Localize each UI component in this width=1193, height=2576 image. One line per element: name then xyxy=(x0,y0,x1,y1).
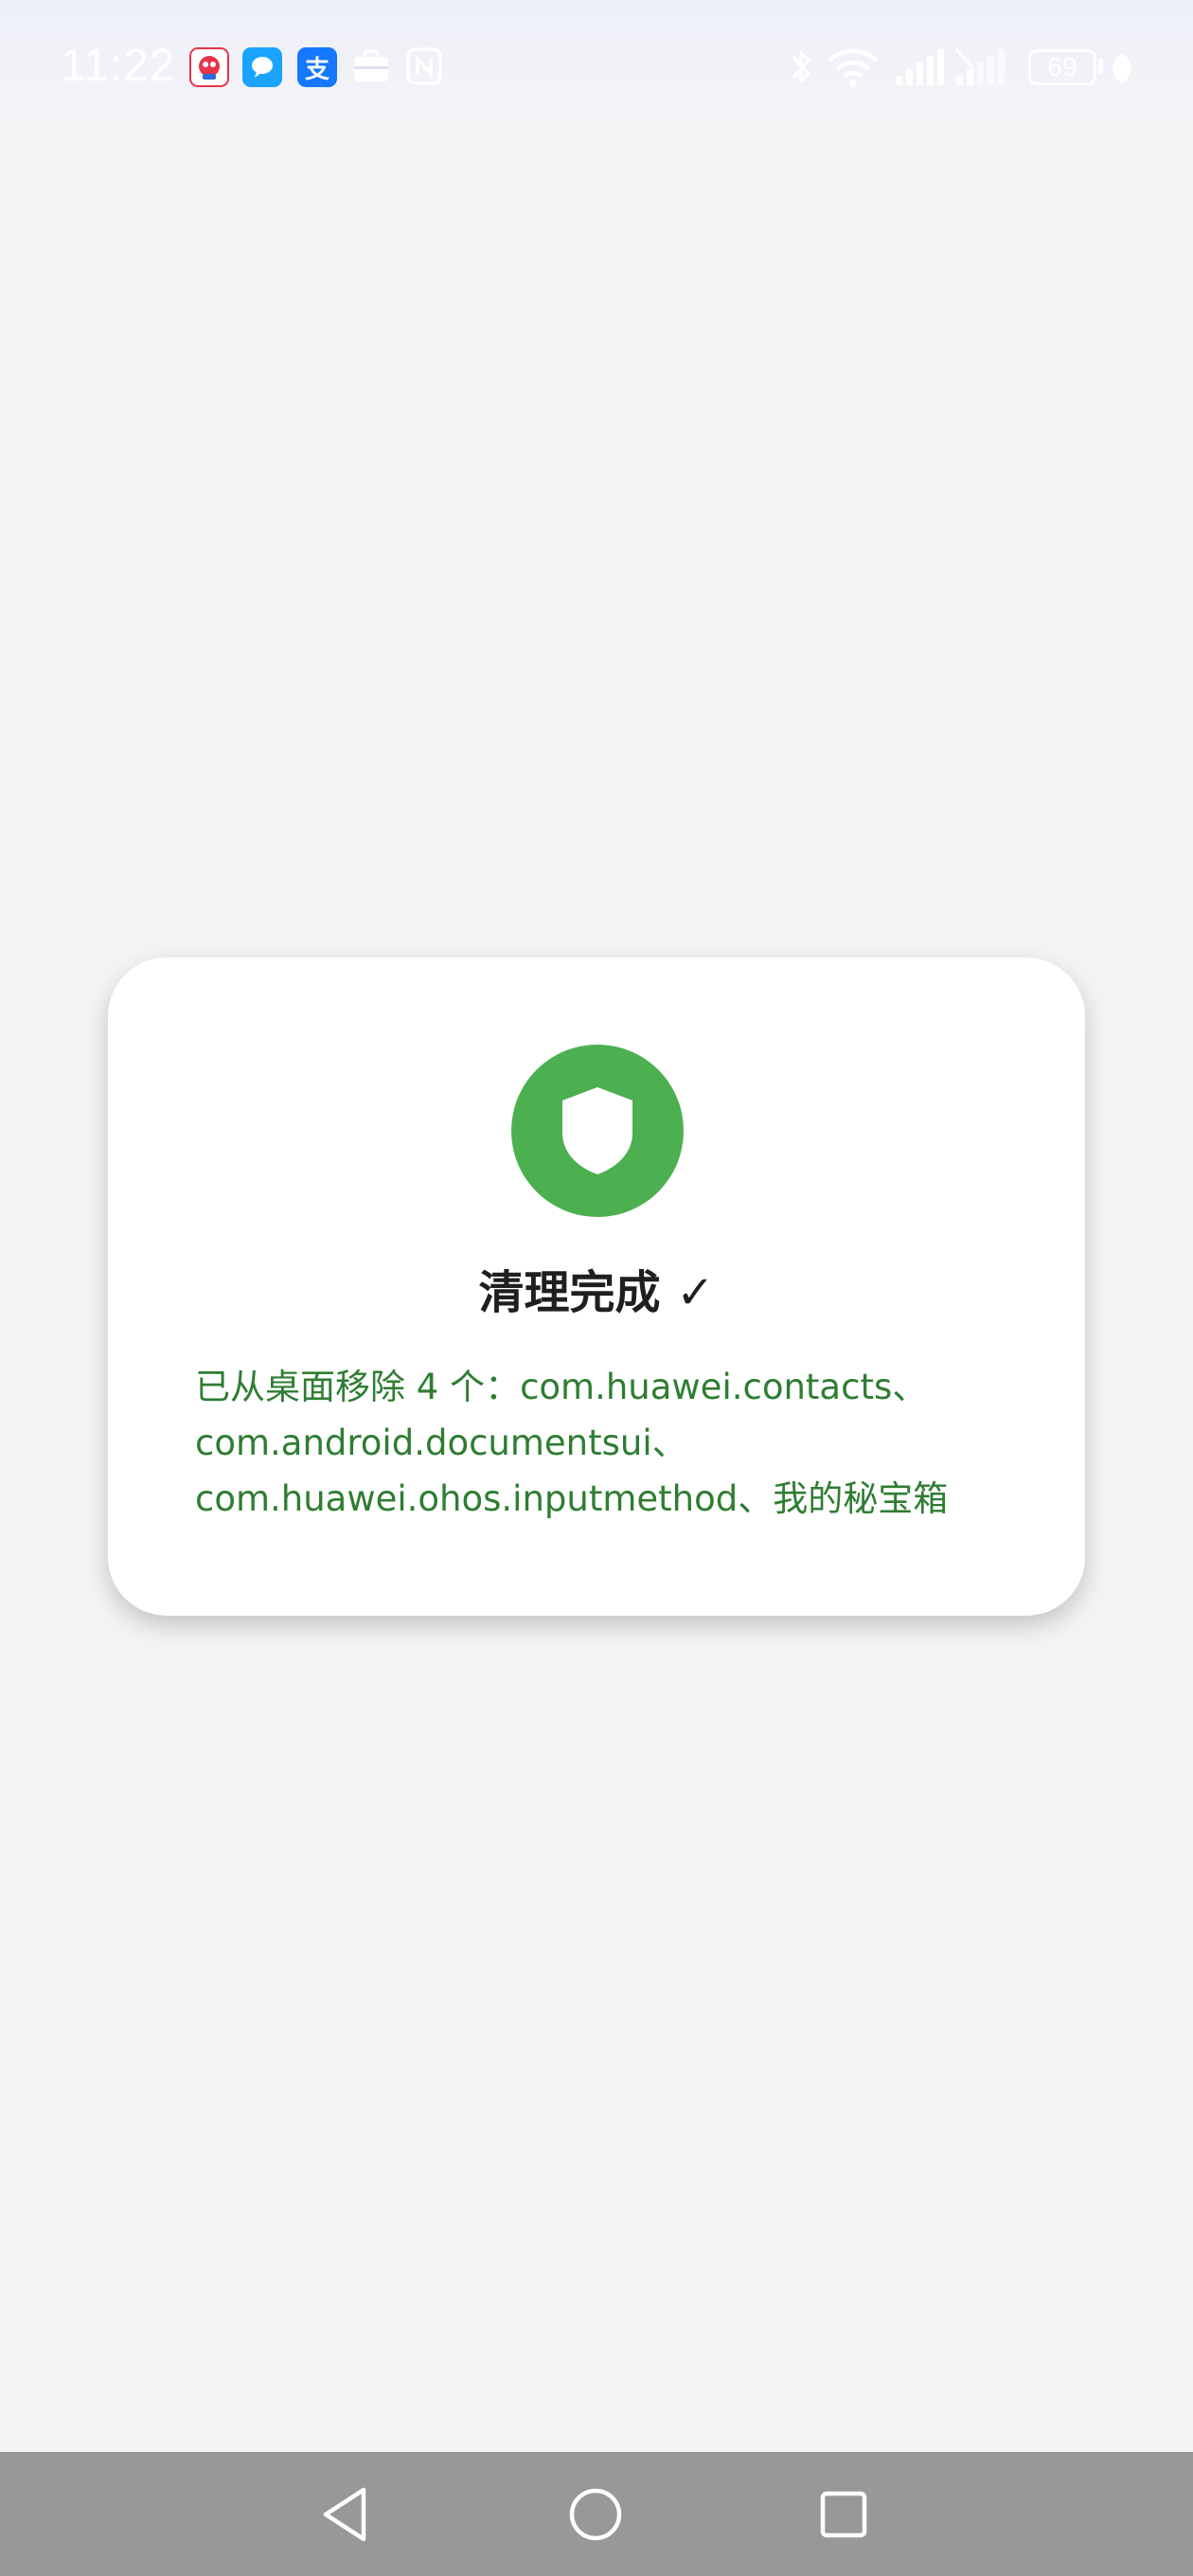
dialog-message: 已从桌面移除 4 个：com.huawei.contacts、 com.andr… xyxy=(195,1359,1028,1527)
briefcase-icon xyxy=(350,45,392,91)
shield-badge xyxy=(511,1045,684,1217)
cleanup-result-dialog: 清理完成 ✓ 已从桌面移除 4 个：com.huawei.contacts、 c… xyxy=(108,957,1085,1616)
battery-icon: 69 xyxy=(1028,49,1096,85)
message-app-icon xyxy=(242,47,282,87)
game-app-icon xyxy=(189,47,229,87)
battery-tip xyxy=(1098,59,1103,74)
message-line: com.android.documentsui、 xyxy=(195,1422,687,1463)
battery-level: 69 xyxy=(1047,52,1077,81)
recents-square-icon xyxy=(820,2491,867,2538)
dialog-title: 清理完成 ✓ xyxy=(478,1266,715,1319)
bluetooth-icon xyxy=(784,45,818,93)
message-line: 已从桌面移除 4 个：com.huawei.contacts、 xyxy=(195,1367,928,1407)
back-button[interactable] xyxy=(311,2478,383,2550)
back-triangle-icon xyxy=(323,2487,366,2542)
message-line: com.huawei.ohos.inputmethod、我的秘宝箱 xyxy=(195,1478,949,1519)
recents-button[interactable] xyxy=(808,2478,880,2550)
status-bar: 11:22 支 69 xyxy=(0,0,1193,133)
status-time: 11:22 xyxy=(61,41,176,91)
signal-icon-2 xyxy=(954,45,1015,93)
wifi-icon xyxy=(826,45,881,93)
alipay-app-icon: 支 xyxy=(297,47,337,87)
shield-icon xyxy=(562,1087,632,1174)
screen: 11:22 支 69 清理完成 ✓ 已从桌面移除 4 个：com.huawei.… xyxy=(0,0,1193,2576)
leaf-icon xyxy=(1108,51,1136,89)
signal-icon xyxy=(894,45,945,93)
navigation-bar xyxy=(0,2452,1193,2576)
nfc-icon xyxy=(403,45,445,91)
home-button[interactable] xyxy=(560,2478,632,2550)
home-circle-icon xyxy=(569,2488,622,2541)
